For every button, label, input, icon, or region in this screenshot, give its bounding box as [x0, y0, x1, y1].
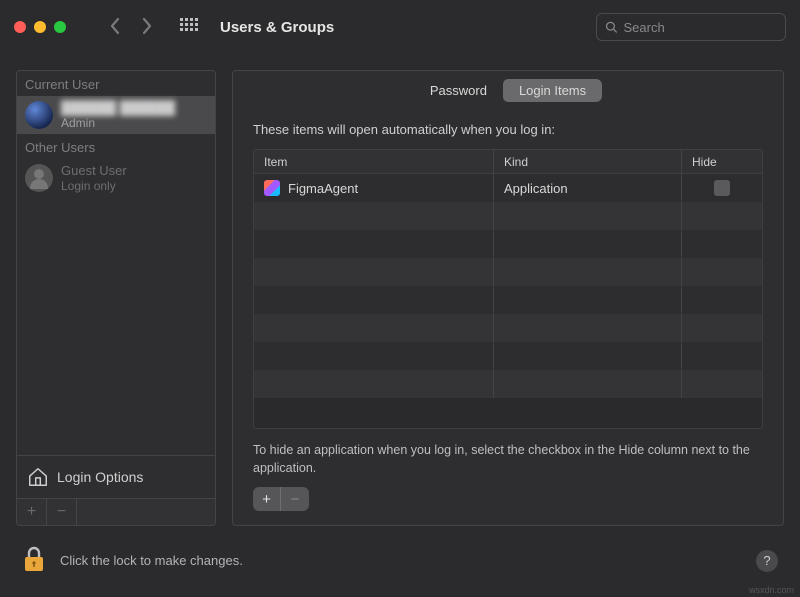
search-field[interactable] — [596, 13, 786, 41]
users-groups-window: Users & Groups Current User ██████ █████… — [0, 0, 800, 597]
login-item-name: FigmaAgent — [288, 181, 358, 196]
login-options-label: Login Options — [57, 469, 143, 485]
sidebar-item-guest-user[interactable]: Guest User Login only — [17, 159, 215, 197]
column-header-kind[interactable]: Kind — [494, 150, 682, 173]
lock-icon — [22, 544, 46, 574]
table-row — [254, 370, 762, 398]
table-row — [254, 202, 762, 230]
login-items-table: Item Kind Hide FigmaAgent Application — [253, 149, 763, 429]
nav-arrows — [108, 16, 154, 39]
zoom-window-button[interactable] — [54, 21, 66, 33]
search-icon — [605, 20, 618, 34]
main-content: These items will open automatically when… — [233, 108, 783, 525]
chevron-left-icon — [108, 16, 122, 36]
add-login-item-button[interactable]: + — [253, 487, 281, 511]
remove-login-item-button[interactable]: − — [281, 487, 309, 511]
add-remove-login-item: + − — [253, 487, 309, 511]
table-row — [254, 258, 762, 286]
sidebar-footer: + − — [17, 499, 215, 525]
column-header-item[interactable]: Item — [254, 150, 494, 173]
help-button[interactable]: ? — [756, 550, 778, 572]
table-body: FigmaAgent Application — [254, 174, 762, 428]
minimize-window-button[interactable] — [34, 21, 46, 33]
login-item-kind: Application — [494, 174, 682, 202]
body-area: Current User ██████ ██████ Admin Other U… — [0, 54, 800, 526]
tab-login-items[interactable]: Login Items — [503, 79, 602, 102]
house-icon — [27, 466, 49, 488]
tabs-row: Password Login Items — [233, 71, 783, 108]
current-user-role: Admin — [61, 116, 175, 130]
login-items-intro: These items will open automatically when… — [253, 122, 763, 137]
table-row — [254, 342, 762, 370]
sidebar-item-current-user[interactable]: ██████ ██████ Admin — [17, 96, 215, 134]
users-sidebar: Current User ██████ ██████ Admin Other U… — [16, 70, 216, 526]
window-controls — [14, 21, 66, 33]
close-window-button[interactable] — [14, 21, 26, 33]
figma-icon — [264, 180, 280, 196]
guest-user-role: Login only — [61, 179, 127, 193]
sidebar-other-users-header: Other Users — [17, 134, 215, 159]
avatar — [25, 101, 53, 129]
search-input[interactable] — [624, 20, 778, 35]
sidebar-current-user-header: Current User — [17, 71, 215, 96]
avatar-silhouette-icon — [25, 164, 53, 192]
lock-button[interactable] — [22, 544, 46, 577]
hide-checkbox[interactable] — [714, 180, 730, 196]
sidebar-item-text: ██████ ██████ Admin — [61, 100, 175, 130]
page-title: Users & Groups — [220, 19, 334, 36]
back-button[interactable] — [108, 16, 122, 39]
lock-hint-text: Click the lock to make changes. — [60, 553, 243, 568]
table-row — [254, 230, 762, 258]
watermark: wsxdn.com — [749, 585, 794, 595]
chevron-right-icon — [140, 16, 154, 36]
hide-hint-text: To hide an application when you log in, … — [253, 441, 763, 477]
table-row[interactable]: FigmaAgent Application — [254, 174, 762, 202]
footer: Click the lock to make changes. ? — [0, 526, 800, 597]
titlebar: Users & Groups — [0, 0, 800, 54]
main-panel: Password Login Items These items will op… — [232, 70, 784, 526]
login-options-button[interactable]: Login Options — [17, 455, 215, 499]
forward-button[interactable] — [140, 16, 154, 39]
tab-password[interactable]: Password — [414, 79, 503, 102]
column-header-hide[interactable]: Hide — [682, 150, 762, 173]
tab-control: Password Login Items — [414, 79, 602, 102]
sidebar-item-text: Guest User Login only — [61, 163, 127, 193]
grid-icon — [180, 18, 198, 36]
current-user-name: ██████ ██████ — [61, 100, 175, 116]
show-all-prefs-button[interactable] — [180, 18, 198, 36]
table-row — [254, 314, 762, 342]
remove-user-button[interactable]: − — [47, 499, 77, 525]
table-row — [254, 286, 762, 314]
guest-user-name: Guest User — [61, 163, 127, 179]
add-user-button[interactable]: + — [17, 499, 47, 525]
table-header: Item Kind Hide — [254, 150, 762, 174]
